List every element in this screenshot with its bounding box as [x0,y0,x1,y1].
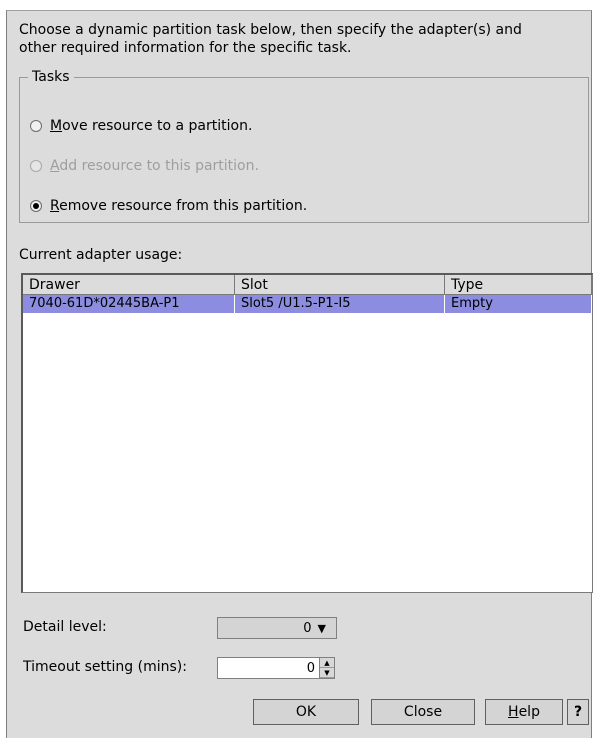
timeout-label: Timeout setting (mins): [23,659,187,675]
tasks-legend: Tasks [28,68,74,86]
radio-label-remove: Remove resource from this partition. [50,198,308,214]
radio-label-move: Move resource to a partition. [50,118,253,134]
caret-down-icon: ▼ [317,621,326,635]
tasks-group: Tasks Move resource to a partition. Add … [19,68,589,223]
detail-level-value: 0 [303,620,312,636]
cell-type: Empty [445,295,592,313]
intro-text: Choose a dynamic partition task below, t… [19,21,579,57]
column-header-type[interactable]: Type [445,275,592,295]
detail-level-label: Detail level: [23,619,107,635]
intro-line-2: other required information for the speci… [19,40,352,56]
help-button[interactable]: Help [485,699,563,725]
adapter-usage-label: Current adapter usage: [19,247,183,263]
column-header-drawer[interactable]: Drawer [23,275,235,295]
radio-remove-resource[interactable]: Remove resource from this partition. [30,196,307,216]
timeout-spinner[interactable]: 0 ▲ ▼ [217,657,335,679]
cell-drawer: 7040-61D*02445BA-P1 [23,295,235,313]
radio-add-resource: Add resource to this partition. [30,156,259,176]
intro-line-1: Choose a dynamic partition task below, t… [19,22,522,38]
column-header-slot[interactable]: Slot [235,275,445,295]
radio-label-add: Add resource to this partition. [50,158,259,174]
radio-button-unchecked[interactable] [30,120,42,132]
spinner-buttons: ▲ ▼ [319,658,334,678]
help-mnemonic: H [508,704,519,720]
question-icon[interactable]: ? [567,699,589,725]
dynamic-partition-dialog: Choose a dynamic partition task below, t… [6,10,593,738]
spin-up-icon[interactable]: ▲ [320,658,334,668]
detail-level-dropdown[interactable]: 0 ▼ [217,617,337,639]
adapter-usage-table[interactable]: Drawer Slot Type 7040-61D*02445BA-P1 Slo… [21,273,593,593]
ok-button[interactable]: OK [253,699,359,725]
spin-down-icon[interactable]: ▼ [320,668,334,678]
radio-move-resource[interactable]: Move resource to a partition. [30,116,252,136]
radio-button-checked[interactable] [30,200,42,212]
table-header: Drawer Slot Type [23,275,592,295]
help-rest: elp [518,704,540,720]
radio-button-disabled [30,160,42,172]
close-button[interactable]: Close [371,699,475,725]
cell-slot: Slot5 /U1.5-P1-I5 [235,295,445,313]
table-row[interactable]: 7040-61D*02445BA-P1 Slot5 /U1.5-P1-I5 Em… [23,295,592,313]
timeout-value[interactable]: 0 [218,661,319,676]
